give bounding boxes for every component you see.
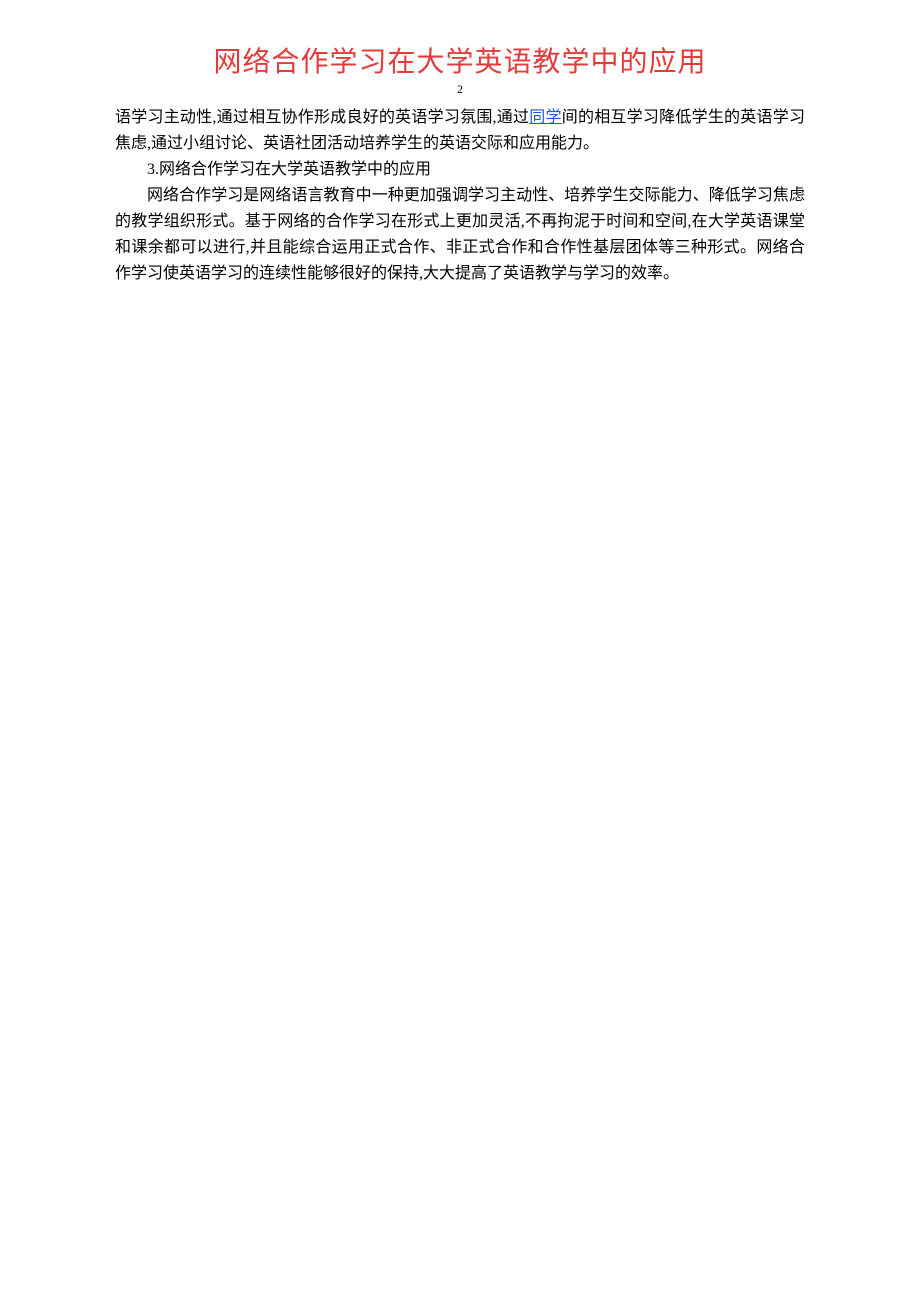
- page-number: 2: [115, 82, 805, 97]
- document-page: 网络合作学习在大学英语教学中的应用 2 语学习主动性,通过相互协作形成良好的英语…: [0, 40, 920, 287]
- paragraph-2: 网络合作学习是网络语言教育中一种更加强调学习主动性、培养学生交际能力、降低学习焦…: [115, 183, 805, 287]
- link-classmate[interactable]: 同学: [529, 109, 561, 126]
- paragraph-1: 语学习主动性,通过相互协作形成良好的英语学习氛围,通过同学间的相互学习降低学生的…: [115, 105, 805, 157]
- section-heading: 3.网络合作学习在大学英语教学中的应用: [115, 157, 805, 183]
- page-title: 网络合作学习在大学英语教学中的应用: [115, 40, 805, 80]
- paragraph-1-text-before: 语学习主动性,通过相互协作形成良好的英语学习氛围,通过: [115, 109, 529, 126]
